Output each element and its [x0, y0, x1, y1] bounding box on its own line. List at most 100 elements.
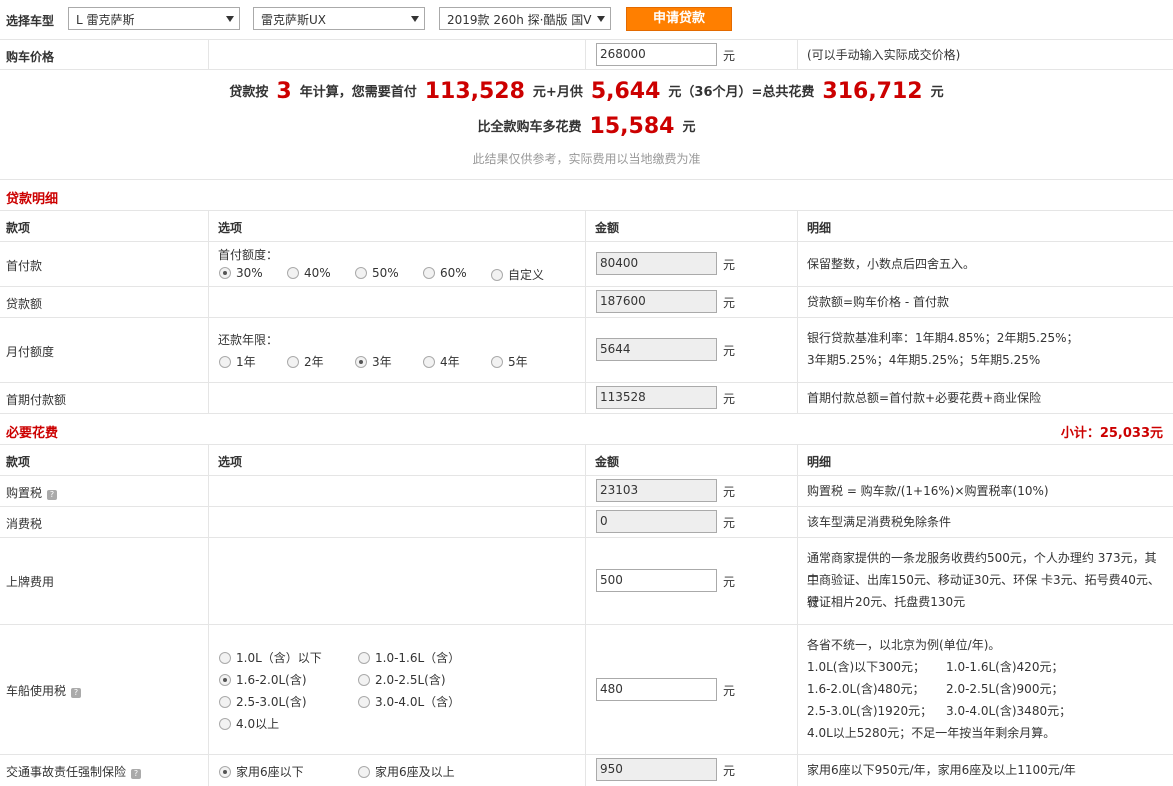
radio-icon: [219, 652, 231, 664]
down-payment-row: 首付款 首付额度： 30% 40% 50% 60% 自定义 80400 元 保留…: [0, 242, 1173, 287]
radio-icon: [423, 267, 435, 279]
term-4-year[interactable]: 4年: [423, 353, 460, 370]
vessel-option-1[interactable]: 1.0L（含）以下: [219, 649, 322, 666]
radio-icon: [491, 356, 503, 368]
vessel-tax-row: 车船使用税? 1.0L（含）以下 1.0-1.6L（含） 1.6-2.0L(含)…: [0, 625, 1173, 755]
radio-icon: [358, 766, 370, 778]
loan-section-header: 贷款明细: [0, 180, 1173, 211]
vessel-option-2[interactable]: 1.0-1.6L（含）: [358, 649, 460, 666]
down-ratio-60[interactable]: 60%: [423, 266, 467, 280]
radio-label: 家用6座及以上: [375, 765, 455, 779]
compulsory-insurance-detail: 家用6座以下950元/年，家用6座及以上1100元/年: [807, 763, 1076, 777]
vessel-tax-label: 车船使用税?: [6, 682, 82, 699]
down-payment-input[interactable]: 80400: [596, 252, 717, 275]
unit-label: 元: [723, 258, 736, 272]
monthly-input[interactable]: 5644: [596, 338, 717, 361]
col-header-item: 款项: [6, 455, 31, 469]
purchase-tax-label: 购置税?: [6, 484, 58, 501]
col-header-detail: 明细: [807, 221, 832, 235]
summary-text: 元: [682, 120, 696, 135]
purchase-tax-detail: 购置税 = 购车款/(1+16%)×购置税率(10%): [807, 484, 1049, 498]
first-payment-input[interactable]: 113528: [596, 386, 717, 409]
down-ratio-30[interactable]: 30%: [219, 266, 263, 280]
apply-loan-button[interactable]: 申请贷款: [626, 7, 732, 31]
radio-label: 3.0-4.0L（含）: [375, 695, 461, 709]
radio-label: 40%: [304, 266, 331, 280]
col-header-option: 选项: [218, 455, 243, 469]
down-ratio-40[interactable]: 40%: [287, 266, 331, 280]
unit-label: 元: [723, 485, 736, 499]
vessel-option-3[interactable]: 1.6-2.0L(含): [219, 671, 307, 688]
loan-amount-input[interactable]: 187600: [596, 290, 717, 313]
series-select[interactable]: 雷克萨斯UX: [253, 7, 425, 30]
unit-label: 元: [723, 684, 736, 698]
first-payment-row: 首期付款额 113528 元 首期付款总额=首付款+必要花费+商业保险: [0, 383, 1173, 414]
summary-note: 此结果仅供参考，实际费用以当地缴费为准: [472, 152, 701, 166]
help-icon[interactable]: ?: [71, 688, 82, 698]
brand-select-value: L 雷克萨斯: [76, 13, 135, 27]
radio-icon: [287, 267, 299, 279]
interest-rate-detail: 3年期5.25%；4年期5.25%；5年期5.25%: [807, 353, 1041, 367]
down-payment-label: 首付款: [6, 259, 43, 273]
col-header-item: 款项: [6, 221, 31, 235]
vessel-option-5[interactable]: 2.5-3.0L(含): [219, 693, 307, 710]
compulsory-insurance-label: 交通事故责任强制保险?: [6, 763, 142, 780]
required-subtotal: 小计：25,033元: [1060, 426, 1163, 441]
radio-label: 家用6座以下: [236, 765, 304, 779]
vessel-tax-input[interactable]: 480: [596, 678, 717, 701]
consumption-tax-detail: 该车型满足消费税免除条件: [807, 515, 952, 529]
consumption-tax-input[interactable]: 0: [596, 510, 717, 533]
summary-monthly: 5,644: [590, 79, 661, 104]
select-car-label: 选择车型: [6, 14, 55, 28]
summary-years: 3: [276, 79, 292, 104]
vessel-tax-detail: 3.0-4.0L(含)3480元；: [946, 704, 1072, 718]
vessel-option-7[interactable]: 4.0以上: [219, 715, 279, 732]
vessel-tax-detail: 1.0-1.6L(含)420元；: [946, 660, 1064, 674]
help-icon[interactable]: ?: [131, 769, 142, 779]
purchase-tax-input[interactable]: 23103: [596, 479, 717, 502]
loan-amount-detail: 贷款额=购车价格 - 首付款: [807, 295, 950, 309]
compulsory-insurance-input[interactable]: 950: [596, 758, 717, 781]
brand-select[interactable]: L 雷克萨斯: [68, 7, 240, 30]
radio-label: 60%: [440, 266, 467, 280]
price-input[interactable]: 268000: [596, 43, 717, 66]
summary-text: 贷款按: [229, 85, 269, 100]
radio-icon: [358, 674, 370, 686]
radio-label: 50%: [372, 266, 399, 280]
radio-icon: [219, 696, 231, 708]
down-ratio-label: 首付额度：: [218, 248, 279, 262]
term-2-year[interactable]: 2年: [287, 353, 324, 370]
loan-summary: 贷款按 3 年计算，您需要首付 113,528 元+月供 5,644 元（36个月）=总共花…: [0, 70, 1173, 180]
down-ratio-50[interactable]: 50%: [355, 266, 399, 280]
model-select[interactable]: 2019款 260h 探·酷版 国V: [439, 7, 611, 30]
unit-label: 元: [723, 296, 736, 310]
term-5-year[interactable]: 5年: [491, 353, 528, 370]
plate-fee-input[interactable]: 500: [596, 569, 717, 592]
radio-icon: [358, 696, 370, 708]
monthly-label: 月付额度: [6, 345, 55, 359]
summary-text: 元（36个月）=总共花费: [668, 85, 815, 100]
radio-label: 4年: [440, 355, 460, 369]
unit-label: 元: [723, 764, 736, 778]
col-header-amount: 金额: [595, 455, 620, 469]
down-ratio-custom[interactable]: 自定义: [491, 266, 544, 283]
vessel-option-6[interactable]: 3.0-4.0L（含）: [358, 693, 460, 710]
monthly-row: 月付额度 还款年限： 1年 2年 3年 4年 5年 5644 元 银行贷款基准利…: [0, 318, 1173, 383]
loan-amount-label: 贷款额: [6, 297, 43, 311]
insurance-6-seats-above[interactable]: 家用6座及以上: [358, 763, 455, 780]
col-header-detail: 明细: [807, 455, 832, 469]
summary-down-payment: 113,528: [424, 79, 525, 104]
loan-section-title: 贷款明细: [6, 192, 59, 207]
term-3-year[interactable]: 3年: [355, 353, 392, 370]
loan-amount-row: 贷款额 187600 元 贷款额=购车价格 - 首付款: [0, 287, 1173, 318]
term-1-year[interactable]: 1年: [219, 353, 256, 370]
chevron-down-icon: [411, 16, 419, 22]
summary-text: 元: [930, 85, 944, 100]
down-payment-detail: 保留整数，小数点后四舍五入。: [807, 257, 976, 271]
series-select-value: 雷克萨斯UX: [261, 13, 327, 27]
radio-label: 1.0-1.6L（含）: [375, 651, 461, 665]
model-select-value: 2019款 260h 探·酷版 国V: [447, 13, 592, 27]
help-icon[interactable]: ?: [47, 490, 58, 500]
insurance-under-6-seats[interactable]: 家用6座以下: [219, 763, 304, 780]
vessel-option-4[interactable]: 2.0-2.5L(含): [358, 671, 446, 688]
